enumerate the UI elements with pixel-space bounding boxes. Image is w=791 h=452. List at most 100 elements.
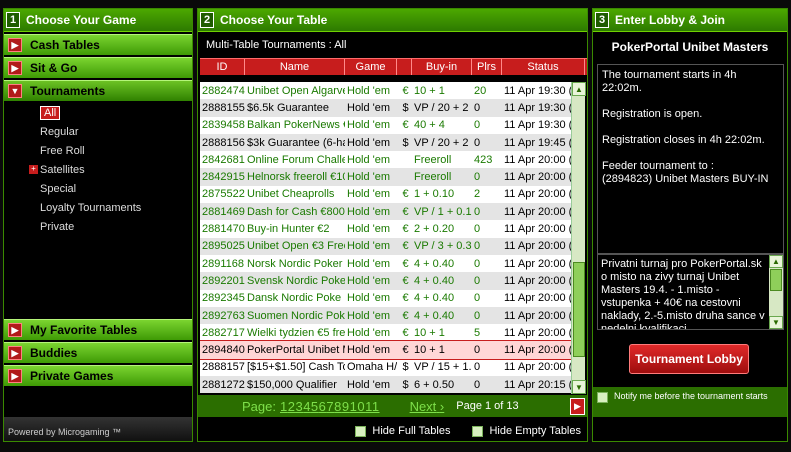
hide-full-checkbox[interactable] bbox=[355, 425, 367, 437]
cell-status: 11 Apr 20:00 ( bbox=[504, 361, 572, 374]
hide-empty-filter[interactable]: Hide Empty Tables bbox=[472, 425, 581, 437]
table-row[interactable]: 2888155 $6.5k Guarantee Hold 'em $ VP / 20 +… bbox=[200, 99, 572, 117]
cell-plrs: 0 bbox=[474, 344, 481, 357]
table-row[interactable]: 2882474 Unibet Open Algarve Hold 'em €10 + … bbox=[200, 82, 572, 100]
scroll-up-icon[interactable]: ▲ bbox=[572, 82, 586, 96]
registration-close-info: Registration closes in 4h 22:02m. bbox=[602, 134, 765, 146]
subcategory-regular[interactable]: Regular bbox=[4, 122, 192, 141]
table-row[interactable]: 2842915 Helnorsk freeroll €10 Hold 'em Free… bbox=[200, 168, 572, 186]
col-buyin[interactable]: Buy-in bbox=[412, 59, 472, 75]
table-row[interactable]: 2891168 Norsk Nordic Poker I Hold 'em €4 + … bbox=[200, 254, 572, 273]
panel-header: 3 Enter Lobby & Join bbox=[593, 9, 787, 32]
cell-plrs: 0 bbox=[474, 136, 481, 149]
subcategory-satellites[interactable]: + Satellites bbox=[4, 160, 192, 179]
table-row[interactable]: 2888156 $3k Guarantee (6-ha Hold 'em $ VP / … bbox=[200, 133, 572, 152]
table-row[interactable]: 2881470 Buy-in Hunter €2 Hold 'em €2 + 0.20… bbox=[200, 220, 572, 238]
cell-cur: € bbox=[402, 223, 409, 236]
cell-plrs: 0 bbox=[474, 223, 481, 236]
cell-id: 2892763 bbox=[202, 309, 245, 322]
cell-id: 2881272 bbox=[202, 378, 245, 391]
page-link[interactable]: 11 bbox=[365, 399, 380, 414]
notify-checkbox[interactable] bbox=[597, 392, 608, 403]
category-cash-tables[interactable]: ▶ Cash Tables bbox=[4, 34, 192, 55]
category-my-favorite-tables[interactable]: ▶ My Favorite Tables bbox=[4, 319, 192, 340]
scroll-thumb[interactable] bbox=[573, 262, 585, 357]
cell-plrs: 0 bbox=[474, 309, 481, 322]
cell-name: Wielki tydzien €5 fre bbox=[247, 326, 345, 339]
page-links: 1234567891011 bbox=[280, 399, 380, 414]
subcategory-label: Regular bbox=[40, 125, 79, 138]
table-row[interactable]: 2875522 Unibet Cheaprolls Hold 'em €1 + 0.1… bbox=[200, 185, 572, 204]
subcategory-special[interactable]: Special bbox=[4, 179, 192, 198]
cell-buy: 6 + 0.50 bbox=[414, 378, 455, 391]
category-private-games[interactable]: ▶ Private Games bbox=[4, 365, 192, 386]
hide-empty-checkbox[interactable] bbox=[472, 425, 484, 437]
subcategory-loyalty-tournaments[interactable]: Loyalty Tournaments bbox=[4, 198, 192, 217]
page-link[interactable]: 5 bbox=[311, 399, 319, 414]
table-row[interactable]: 2892763 Suomen Nordic Poke Hold 'em €4 + 0.… bbox=[200, 306, 572, 325]
subcategory-label: Satellites bbox=[40, 163, 85, 176]
table-row[interactable]: 2895025 Unibet Open €3 Free Hold 'em € VP / … bbox=[200, 237, 572, 255]
table-row[interactable]: 2881272 $150,000 Qualifier Hold 'em $6 + 0.… bbox=[200, 376, 572, 394]
page-link[interactable]: 9 bbox=[342, 399, 350, 414]
subcategory-all[interactable]: All bbox=[4, 103, 192, 122]
cell-cur: € bbox=[402, 292, 409, 305]
scroll-down-icon[interactable]: ▼ bbox=[572, 380, 586, 394]
cell-game: Omaha H/ bbox=[347, 361, 397, 374]
cell-plrs: 0 bbox=[474, 101, 481, 114]
col-game[interactable]: Game bbox=[345, 59, 397, 75]
cell-game: Hold 'em bbox=[347, 326, 391, 339]
choose-game-panel: 1 Choose Your Game ▶ Cash Tables ▶ Sit & Go… bbox=[3, 8, 193, 442]
description-scrollbar[interactable]: ▲ ▼ bbox=[769, 255, 783, 329]
cell-cur: € bbox=[402, 274, 409, 287]
cell-game: Hold 'em bbox=[347, 240, 391, 253]
registration-info: Registration is open. bbox=[602, 108, 703, 120]
cell-id: 2892201 bbox=[202, 274, 245, 287]
last-page-button[interactable]: ▶ bbox=[570, 398, 585, 415]
scroll-up-icon[interactable]: ▲ bbox=[769, 255, 783, 268]
col-id[interactable]: ID bbox=[200, 59, 245, 75]
expand-icon[interactable]: + bbox=[29, 165, 38, 174]
scroll-thumb[interactable] bbox=[770, 269, 782, 291]
cell-buy: VP / 15 + 1.0 bbox=[414, 361, 472, 374]
table-header: ID Name Game Buy-in Plrs Status bbox=[200, 58, 587, 75]
table-scrollbar[interactable]: ▲ ▼ bbox=[571, 82, 586, 394]
table-row[interactable]: 2888157 [$15+$1.50] Cash To Omaha H/ $ VP / … bbox=[200, 358, 572, 377]
page-link[interactable]: 1 bbox=[280, 399, 288, 414]
col-status[interactable]: Status bbox=[502, 59, 585, 75]
scroll-down-icon[interactable]: ▼ bbox=[769, 316, 783, 329]
cell-plrs: 423 bbox=[474, 153, 493, 166]
next-page-link[interactable]: Next › bbox=[410, 399, 445, 414]
table-row[interactable]: 2892201 Svensk Nordic Poke Hold 'em €4 + 0.… bbox=[200, 272, 572, 290]
arrow-down-icon: ▼ bbox=[8, 84, 22, 98]
table-row[interactable]: 2894840 PokerPortal Unibet M Hold 'em €10 +… bbox=[200, 340, 572, 360]
page-link[interactable]: 4 bbox=[303, 399, 311, 414]
table-row[interactable]: 2882717 Wielki tydzien €5 fre Hold 'em €10 … bbox=[200, 324, 572, 342]
category-buddies[interactable]: ▶ Buddies bbox=[4, 342, 192, 363]
category-sit-go[interactable]: ▶ Sit & Go bbox=[4, 57, 192, 78]
col-name[interactable]: Name bbox=[245, 59, 345, 75]
arrow-right-icon: ▶ bbox=[8, 61, 22, 75]
subcategory-label: Special bbox=[40, 182, 77, 195]
col-currency[interactable] bbox=[397, 59, 412, 75]
subcategory-free-roll[interactable]: Free Roll bbox=[4, 141, 192, 160]
page-link[interactable]: 10 bbox=[350, 399, 365, 414]
tournament-lobby-button[interactable]: Tournament Lobby bbox=[629, 344, 749, 374]
page-link[interactable]: 8 bbox=[334, 399, 342, 414]
table-row[interactable]: 2881469 Dash for Cash €800 Hold 'em € VP / 1… bbox=[200, 203, 572, 221]
table-row[interactable]: 2842681 Online Forum Challer Hold 'em Freer… bbox=[200, 151, 572, 169]
subcategory-private[interactable]: Private bbox=[4, 217, 192, 236]
col-players[interactable]: Plrs bbox=[472, 59, 502, 75]
cell-buy: 40 + 4 bbox=[414, 119, 445, 132]
cell-cur: € bbox=[402, 326, 409, 339]
hide-full-filter[interactable]: Hide Full Tables bbox=[355, 425, 450, 437]
cell-id: 2888155 bbox=[202, 101, 245, 114]
category-tournaments[interactable]: ▼ Tournaments bbox=[4, 80, 192, 101]
subcategory-label: Private bbox=[40, 220, 75, 233]
cell-game: Hold 'em bbox=[347, 378, 391, 391]
page-link[interactable]: 7 bbox=[326, 399, 334, 414]
notify-option[interactable]: Notify me before the tournament starts bbox=[593, 387, 787, 417]
table-row[interactable]: 2892345 Dansk Nordic Poke Hold 'em €4 + 0.4… bbox=[200, 289, 572, 307]
cell-game: Hold 'em bbox=[347, 119, 391, 132]
table-row[interactable]: 2839458 Balkan PokerNews € Hold 'em €40 + 4… bbox=[200, 116, 572, 134]
